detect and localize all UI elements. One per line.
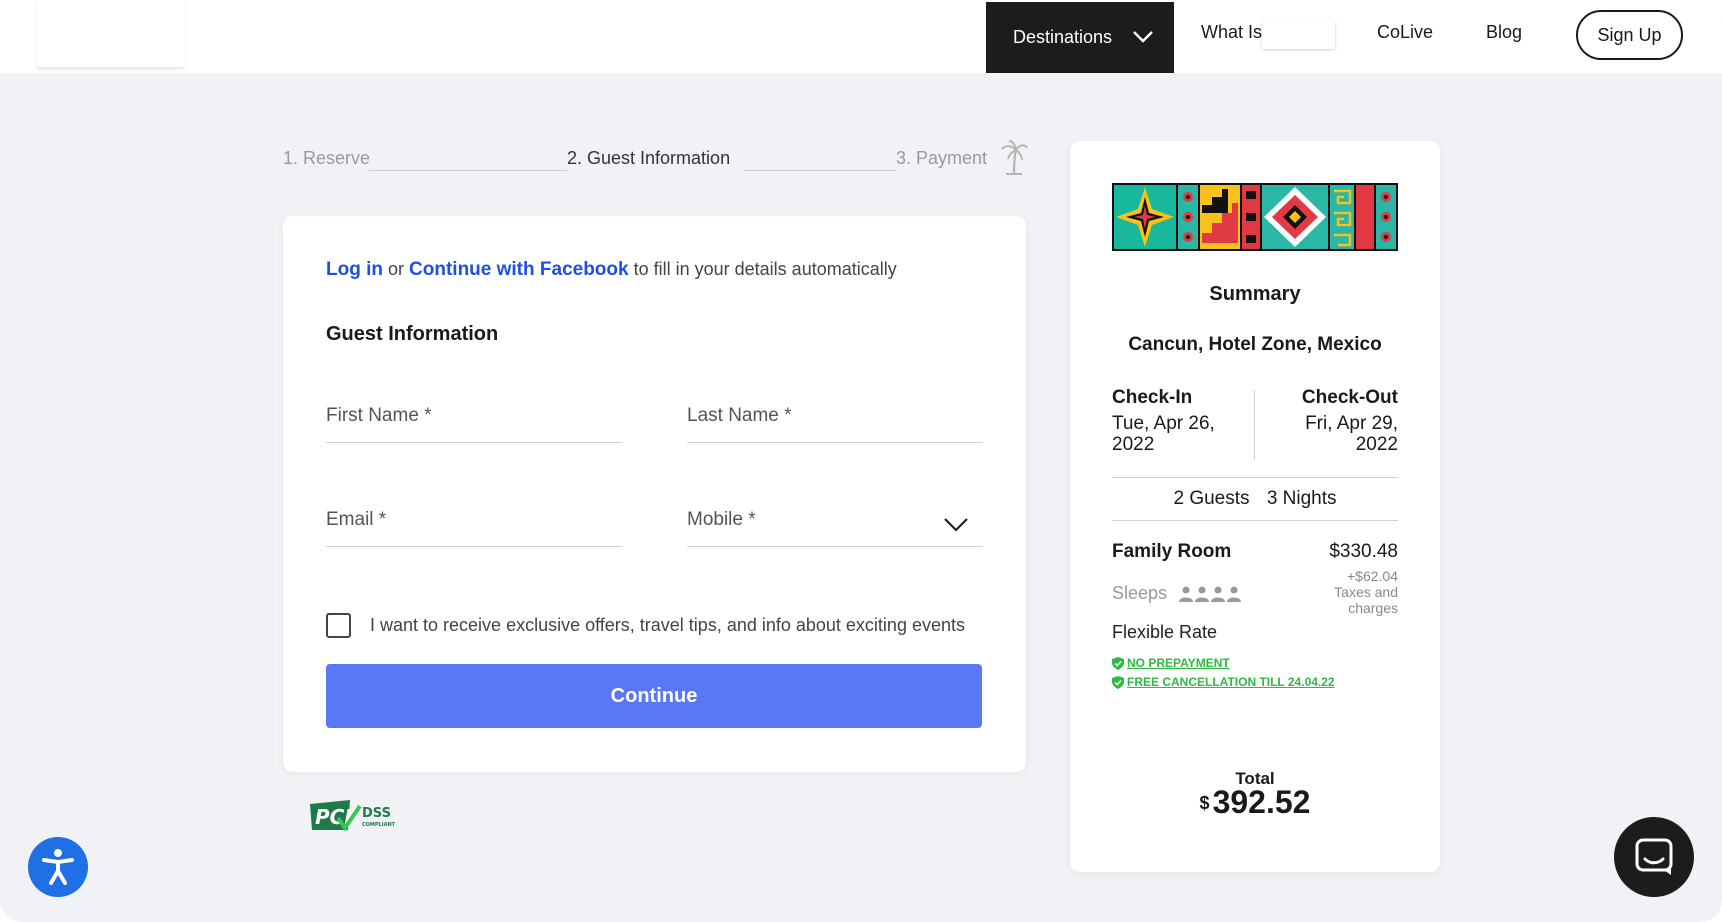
chevron-down-icon <box>1132 28 1154 49</box>
check-out-date: Fri, Apr 29, 2022 <box>1305 413 1398 455</box>
check-in-date: Tue, Apr 26, 2022 <box>1112 413 1215 455</box>
perk-label: FREE CANCELLATION TILL 24.04.22 <box>1127 675 1335 689</box>
what-is-logo[interactable] <box>1262 20 1335 49</box>
sign-up-button[interactable]: Sign Up <box>1576 10 1683 60</box>
top-navigation: Destinations What Is CoLive Blog Sign Up <box>0 0 1722 73</box>
check-out-label: Check-Out <box>1301 387 1398 408</box>
nav-destinations-label: Destinations <box>1013 27 1113 47</box>
chat-button[interactable] <box>1614 817 1694 897</box>
tax-label: Taxes and charges <box>1334 584 1398 616</box>
continue-with-facebook-link[interactable]: Continue with Facebook <box>409 259 629 280</box>
check-in-label: Check-In <box>1112 387 1193 408</box>
pci-dss-compliant-badge: PCI DSS COMPLIANT <box>308 796 408 839</box>
guest-count: 2 Guests <box>1173 488 1250 509</box>
room-name: Family Room <box>1112 541 1232 562</box>
divider <box>1112 477 1398 478</box>
email-field[interactable]: Email * <box>326 497 622 547</box>
log-in-link[interactable]: Log in <box>326 259 383 280</box>
chat-icon <box>1635 838 1673 875</box>
step-divider <box>369 170 567 171</box>
total-currency: $ <box>1199 793 1210 813</box>
offers-checkbox-label[interactable]: I want to receive exclusive offers, trav… <box>370 615 965 636</box>
perk-free-cancellation[interactable]: FREE CANCELLATION TILL 24.04.22 <box>1112 675 1335 689</box>
section-title: Guest Information <box>326 323 499 345</box>
guest-information-card: Log in or Continue with Facebook to fill… <box>283 216 1026 772</box>
email-input[interactable] <box>326 497 622 546</box>
or-text: or <box>388 259 405 279</box>
shield-check-icon <box>1112 675 1124 689</box>
perk-label: NO PREPAYMENT <box>1127 656 1230 670</box>
tax-amount: +$62.04 <box>1347 568 1398 584</box>
mobile-field[interactable]: Mobile * <box>687 497 983 547</box>
date-divider <box>1254 390 1255 460</box>
palm-tree-icon <box>1000 140 1028 181</box>
nav-colive[interactable]: CoLive <box>1377 22 1433 43</box>
social-login-prompt: Log in or Continue with Facebook to fill… <box>326 259 897 281</box>
step-guest-information: 2. Guest Information <box>567 148 731 168</box>
shield-check-icon <box>1112 656 1124 670</box>
chevron-down-icon[interactable] <box>943 517 969 538</box>
step-payment: 3. Payment <box>896 148 988 168</box>
nav-what-is[interactable]: What Is <box>1201 22 1262 43</box>
summary-title: Summary <box>1209 283 1301 305</box>
accessibility-button[interactable] <box>28 837 88 897</box>
offers-opt-in: I want to receive exclusive offers, trav… <box>326 613 965 638</box>
step-divider <box>743 170 896 171</box>
first-name-input[interactable] <box>326 393 622 442</box>
perk-no-prepayment[interactable]: NO PREPAYMENT <box>1112 656 1230 670</box>
summary-location: Cancun, Hotel Zone, Mexico <box>1128 334 1382 355</box>
night-count: 3 Nights <box>1266 488 1337 509</box>
continue-button[interactable]: Continue <box>326 664 982 728</box>
page-frame: Destinations What Is CoLive Blog Sign Up… <box>0 0 1722 922</box>
total-amount: 392.52 <box>1212 784 1311 820</box>
offers-checkbox[interactable] <box>326 613 351 638</box>
divider <box>1112 520 1398 521</box>
first-name-field[interactable]: First Name * <box>326 393 622 443</box>
accessibility-icon <box>42 849 74 885</box>
nav-destinations[interactable]: Destinations <box>986 2 1174 73</box>
room-price: $330.48 <box>1329 541 1398 562</box>
svg-text:COMPLIANT: COMPLIANT <box>362 822 396 828</box>
mobile-input[interactable] <box>687 497 983 546</box>
site-logo[interactable] <box>37 0 185 67</box>
sleeps-label: Sleeps <box>1112 583 1168 603</box>
sleeps-info: Sleeps <box>1112 583 1243 604</box>
booking-steps: 1. Reserve 2. Guest Information 3. Payme… <box>283 140 1028 178</box>
decorative-pattern-image <box>1112 183 1398 256</box>
rate-name: Flexible Rate <box>1112 622 1218 642</box>
last-name-input[interactable] <box>687 393 983 442</box>
taxes-and-charges: +$62.04 Taxes and charges <box>1288 568 1398 616</box>
person-icon <box>1179 586 1242 602</box>
step-reserve[interactable]: 1. Reserve <box>283 148 370 169</box>
guests-nights-row: 2 Guests 3 Nights <box>1070 488 1440 510</box>
last-name-field[interactable]: Last Name * <box>687 393 983 443</box>
booking-summary-card: Summary Cancun, Hotel Zone, Mexico Check… <box>1070 141 1440 872</box>
nav-blog[interactable]: Blog <box>1486 22 1522 43</box>
svg-text:DSS: DSS <box>362 806 391 821</box>
total-price: $392.52 <box>1070 784 1440 821</box>
autofill-text: to fill in your details automatically <box>633 259 897 279</box>
